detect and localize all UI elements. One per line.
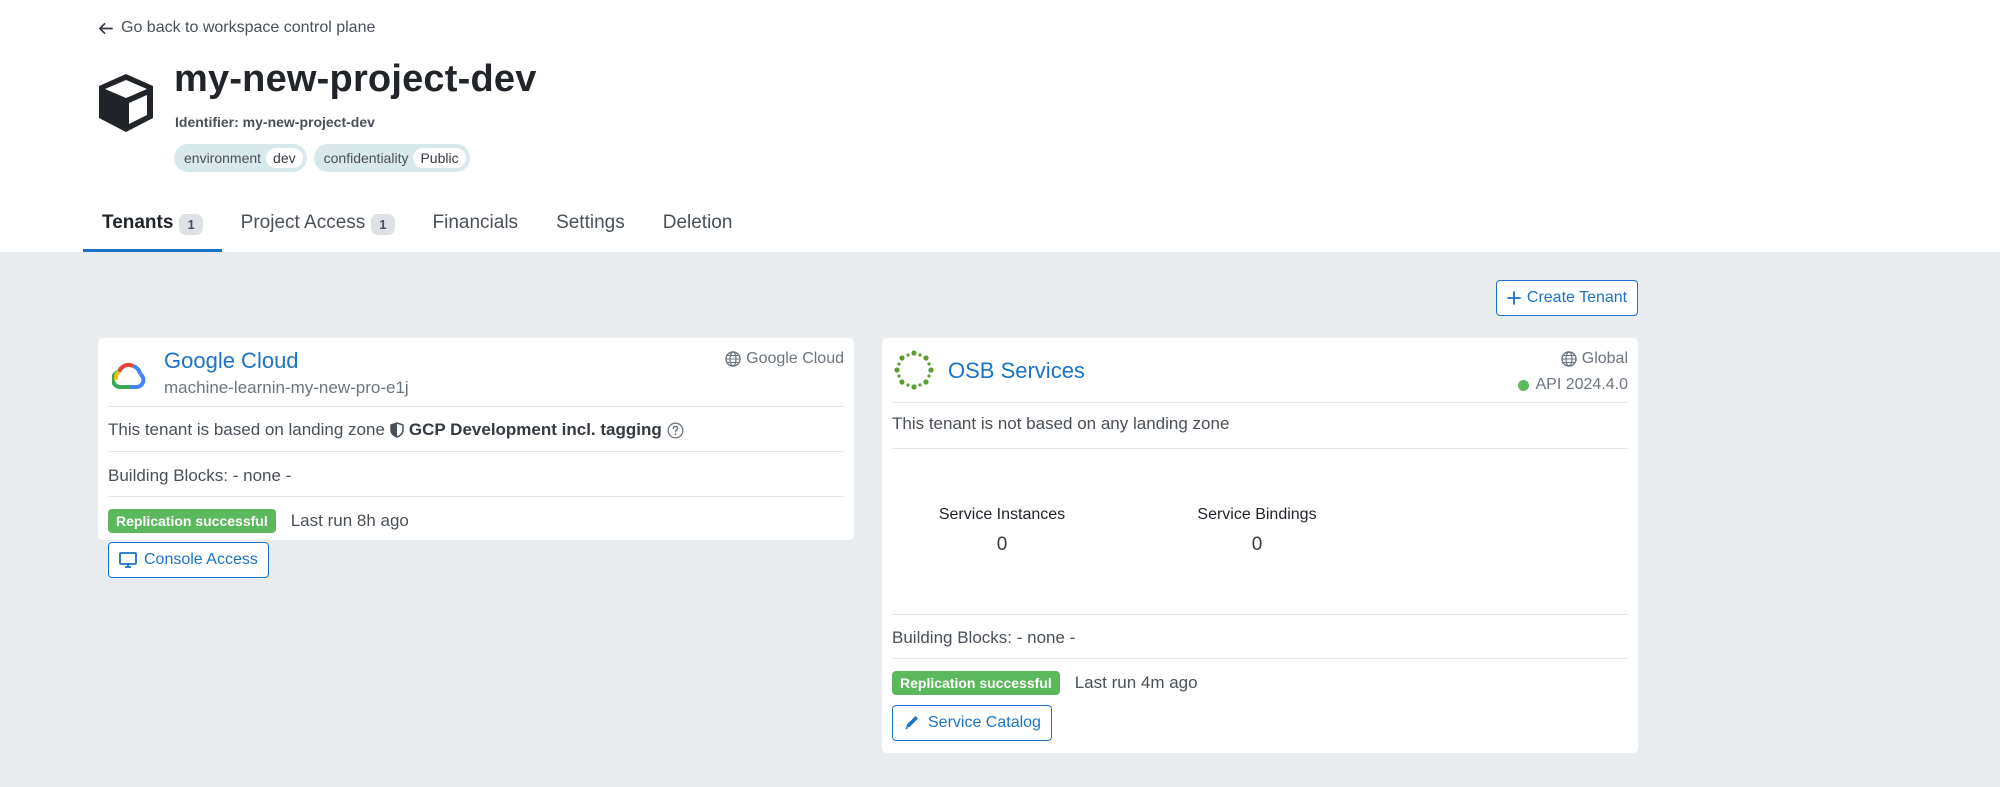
landing-zone-prefix: This tenant is based on landing zone	[108, 420, 385, 439]
tab-deletion[interactable]: Deletion	[644, 212, 752, 252]
project-identifier: Identifier: my-new-project-dev	[175, 114, 375, 130]
last-run-text: Last run 4m ago	[1074, 673, 1198, 692]
tab-label: Financials	[432, 212, 519, 233]
shield-icon	[390, 422, 404, 438]
divider	[892, 402, 1628, 403]
tab-label: Project Access	[240, 212, 366, 233]
cube-icon	[99, 74, 153, 132]
create-tenant-label: Create Tenant	[1526, 289, 1628, 306]
status-badge: Replication successful	[108, 509, 276, 533]
stat-service-bindings: Service Bindings 0	[1187, 506, 1327, 556]
tenant-subtitle: machine-learnin-my-new-pro-e1j	[164, 378, 409, 397]
tag-key: confidentiality	[323, 150, 409, 166]
tag-value: Public	[413, 148, 466, 168]
divider	[892, 658, 1628, 659]
tenant-card-osb-services: OSB Services Global API 2024.4.0 This te…	[882, 338, 1638, 753]
monitor-icon	[119, 552, 137, 568]
tag-environment: environment dev	[174, 144, 307, 172]
globe-icon	[1561, 351, 1577, 367]
page-title: my-new-project-dev	[174, 58, 537, 100]
tab-project-access[interactable]: Project Access 1	[222, 212, 414, 252]
pencil-icon	[905, 716, 918, 730]
tenants-panel: Create Tenant Google Cloud machine-learn…	[0, 252, 2000, 787]
tag-key: environment	[184, 150, 262, 166]
landing-zone-info: This tenant is based on landing zone GCP…	[108, 420, 684, 440]
divider	[892, 614, 1628, 615]
landing-zone-name: GCP Development incl. tagging	[408, 420, 662, 439]
tab-tenants[interactable]: Tenants 1	[83, 212, 222, 252]
create-tenant-button[interactable]: Create Tenant	[1496, 280, 1638, 316]
help-circle-icon[interactable]	[667, 422, 684, 439]
replication-status-row: Replication successful Last run 4m ago	[892, 671, 1198, 695]
status-dot-icon	[1518, 379, 1530, 391]
api-version: API 2024.4.0	[1518, 376, 1628, 394]
console-access-button[interactable]: Console Access	[108, 542, 269, 578]
tag-value: dev	[266, 148, 303, 168]
replication-status-row: Replication successful Last run 8h ago	[108, 509, 409, 533]
stat-label: Service Instances	[938, 506, 1066, 523]
api-version-label: API 2024.4.0	[1535, 376, 1628, 393]
back-link-label: Go back to workspace control plane	[121, 19, 376, 36]
building-blocks: Building Blocks: - none -	[108, 466, 292, 485]
stat-value: 0	[996, 534, 1008, 555]
tab-label: Deletion	[662, 212, 733, 233]
project-header: Go back to workspace control plane my-ne…	[0, 0, 2000, 252]
tab-financials[interactable]: Financials	[414, 212, 538, 252]
tab-settings[interactable]: Settings	[537, 212, 644, 252]
globe-icon	[725, 351, 741, 367]
status-badge: Replication successful	[892, 671, 1060, 695]
console-access-label: Console Access	[144, 551, 258, 568]
tab-count-badge: 1	[371, 214, 395, 235]
platform-label: Global	[1581, 350, 1628, 367]
google-cloud-logo-icon	[112, 362, 146, 390]
tag-list: environment dev confidentiality Public	[174, 144, 470, 172]
osb-services-logo-icon	[894, 350, 934, 390]
tag-confidentiality: confidentiality Public	[313, 144, 470, 172]
stat-label: Service Bindings	[1197, 506, 1317, 523]
tab-count-badge: 1	[179, 214, 203, 235]
platform-label: Google Cloud	[746, 350, 844, 367]
stat-service-instances: Service Instances 0	[932, 506, 1072, 556]
tab-bar: Tenants 1 Project Access 1 Financials Se…	[83, 212, 751, 252]
tab-label: Tenants	[102, 212, 174, 233]
arrow-left-icon	[99, 22, 113, 34]
last-run-text: Last run 8h ago	[290, 511, 409, 530]
tenant-title-link[interactable]: OSB Services	[948, 358, 1085, 384]
tenant-platform: Google Cloud	[725, 350, 844, 368]
building-blocks: Building Blocks: - none -	[892, 628, 1076, 647]
divider	[108, 451, 844, 452]
tab-label: Settings	[556, 212, 625, 233]
divider	[108, 496, 844, 497]
plus-icon	[1506, 291, 1521, 305]
back-link[interactable]: Go back to workspace control plane	[98, 19, 375, 37]
service-catalog-button[interactable]: Service Catalog	[892, 705, 1052, 741]
tenant-platform: Global	[1561, 350, 1628, 368]
service-catalog-label: Service Catalog	[928, 714, 1041, 731]
divider	[892, 448, 1628, 449]
stat-value: 0	[1251, 534, 1263, 555]
tenant-title-link[interactable]: Google Cloud	[164, 348, 299, 374]
landing-zone-info: This tenant is not based on any landing …	[892, 414, 1230, 433]
divider	[108, 406, 844, 407]
tenant-card-google-cloud: Google Cloud machine-learnin-my-new-pro-…	[98, 338, 854, 540]
